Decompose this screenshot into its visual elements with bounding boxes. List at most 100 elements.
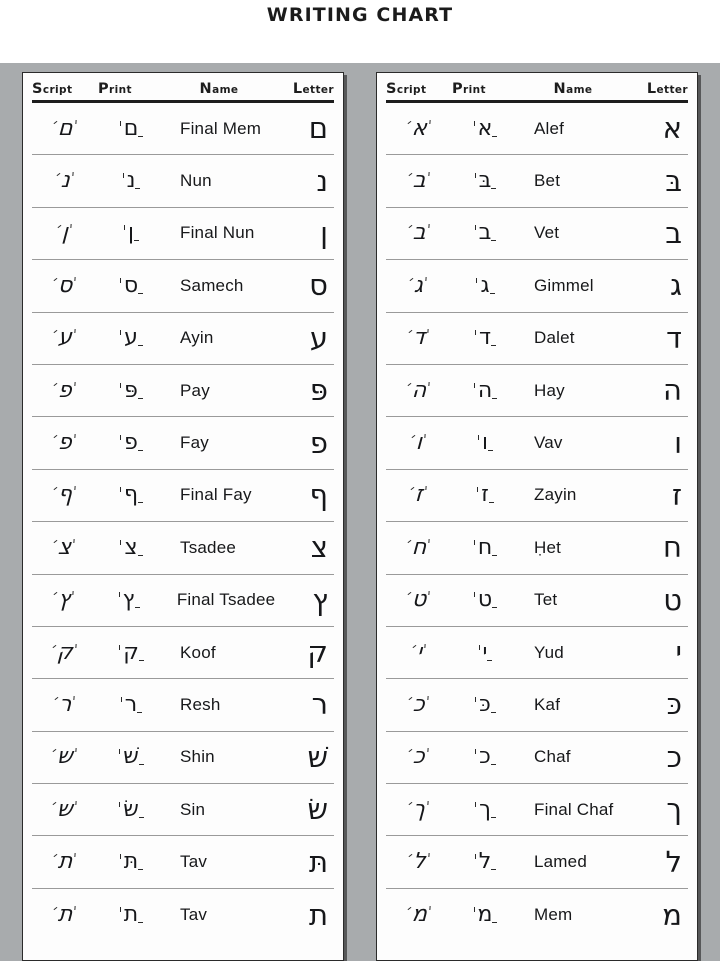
script-glyph: מ [410, 902, 428, 928]
print-glyph: נ [122, 168, 141, 194]
print-form-cell: ן [98, 208, 164, 259]
letter-name-cell: Dalet [518, 313, 628, 364]
hebrew-letter-cell: נ [274, 155, 334, 206]
table-row: ן ן Final Nun ן [32, 208, 334, 261]
print-glyph: ג [476, 272, 495, 298]
letter-name-cell: Pay [164, 365, 274, 416]
letter-name-cell: Alef [518, 103, 628, 154]
script-glyph: ט [411, 587, 428, 613]
script-form-cell: פ [32, 417, 98, 468]
print-form-cell: ב [452, 208, 518, 259]
letter-name: Pay [180, 380, 210, 400]
script-glyph: ן [61, 220, 69, 246]
hebrew-letter-cell: ח [628, 522, 688, 573]
print-glyph: ב [474, 220, 496, 246]
script-glyph: ז [414, 482, 424, 508]
script-glyph: ש [56, 796, 74, 822]
hebrew-letter: ג [670, 268, 682, 303]
print-glyph: ח [473, 534, 498, 560]
script-form-cell: ו [386, 417, 452, 468]
table-row: כ כ Chaf כ [386, 732, 688, 785]
table-row: ץ ץ Final Tsadee ץ [32, 575, 334, 627]
hebrew-letter-cell: א [628, 103, 688, 154]
table-row: ש שׂ Sin שׂ [32, 784, 334, 837]
left-panel: Script Print Name Letter ם ם Final Mem ם נ נ Nun נ ן… [22, 72, 344, 961]
hebrew-letter-cell: ך [628, 784, 688, 835]
letter-name: Zayin [534, 485, 577, 505]
letter-name-cell: Shin [164, 732, 274, 783]
print-glyph: צ [120, 534, 143, 560]
letter-name-cell: Chaf [518, 732, 628, 783]
script-form-cell: ם [32, 103, 98, 154]
letter-name: Final Nun [180, 223, 255, 243]
script-form-cell: ד [386, 313, 452, 364]
letter-name: Nun [180, 171, 212, 191]
script-glyph: ו [415, 430, 423, 456]
hebrew-letter-cell: ו [628, 417, 688, 468]
column-header-name: Name [553, 80, 593, 97]
letter-name-cell: Kaf [518, 679, 628, 730]
print-form-cell: ם [98, 103, 164, 154]
print-form-cell: ס [98, 260, 164, 311]
letter-name-cell: Hay [518, 365, 628, 416]
table-row: ל ל Lamed ל [386, 836, 688, 889]
table-row: ח ח Ḥet ח [386, 522, 688, 575]
page-title: WRITING CHART [266, 4, 454, 26]
table-row: מ מ Mem מ [386, 889, 688, 941]
hebrew-letter-cell: בּ [628, 155, 688, 206]
print-glyph: תּ [119, 849, 144, 875]
script-form-cell: ב [386, 155, 452, 206]
print-form-cell: שׂ [98, 784, 164, 835]
script-glyph: ג [413, 272, 425, 298]
print-form-cell: מ [452, 889, 518, 941]
script-form-cell: ף [32, 470, 98, 521]
print-glyph: כ [475, 744, 496, 770]
hebrew-letter: כ [666, 739, 682, 774]
print-form-cell: י [452, 627, 518, 678]
print-form-cell: ץ [96, 575, 160, 626]
letter-name-cell: Mem [518, 889, 628, 941]
script-glyph: פ [57, 430, 73, 456]
hebrew-letter-cell: פ [274, 417, 334, 468]
letter-name: Ayin [180, 328, 214, 348]
hebrew-letter-cell: שׂ [274, 784, 334, 835]
hebrew-letter-cell: ת [274, 889, 334, 941]
hebrew-letter-cell: צ [274, 522, 334, 573]
hebrew-letter-cell: ד [628, 313, 688, 364]
letter-name-cell: Fay [164, 417, 274, 468]
table-row: צ צ Tsadee צ [32, 522, 334, 575]
letter-name-cell: Lamed [518, 836, 628, 887]
table-row: י י Yud י [386, 627, 688, 680]
hebrew-letter-cell: ז [628, 470, 688, 521]
letter-name: Vav [534, 433, 563, 453]
hebrew-letter: שׁ [307, 739, 328, 774]
letter-name: Yud [534, 642, 564, 662]
script-form-cell: ש [32, 784, 98, 835]
letter-name: Alef [534, 118, 565, 138]
print-form-cell: ח [452, 522, 518, 573]
letter-name: Tav [180, 905, 208, 925]
right-panel: Script Print Name Letter א א Alef א ב בּ Bet בּ ב ב Ve… [376, 72, 698, 961]
letter-name: Dalet [534, 328, 575, 348]
hebrew-letter-cell: ץ [275, 575, 334, 626]
print-form-cell: ף [98, 470, 164, 521]
script-form-cell: ל [386, 836, 452, 887]
letter-name-cell: Tav [164, 889, 274, 941]
hebrew-letter: פּ [309, 373, 328, 408]
letter-name-cell: Yud [518, 627, 628, 678]
hebrew-letter-cell: ן [274, 208, 334, 259]
script-form-cell: ך [386, 784, 452, 835]
script-glyph: ך [412, 796, 426, 822]
letter-name-cell: Final Mem [164, 103, 274, 154]
hebrew-letter: ל [665, 844, 682, 879]
hebrew-letter-cell: פּ [274, 365, 334, 416]
print-form-cell: ר [98, 679, 164, 730]
script-glyph: ל [411, 849, 427, 875]
letter-name: Final Chaf [534, 799, 614, 819]
script-glyph: ח [410, 534, 428, 560]
script-form-cell: ב [386, 208, 452, 259]
hebrew-letter-cell: ף [274, 470, 334, 521]
table-row: ע ע Ayin ע [32, 313, 334, 365]
letter-name: Hay [534, 380, 565, 400]
letter-name: Mem [534, 905, 573, 925]
